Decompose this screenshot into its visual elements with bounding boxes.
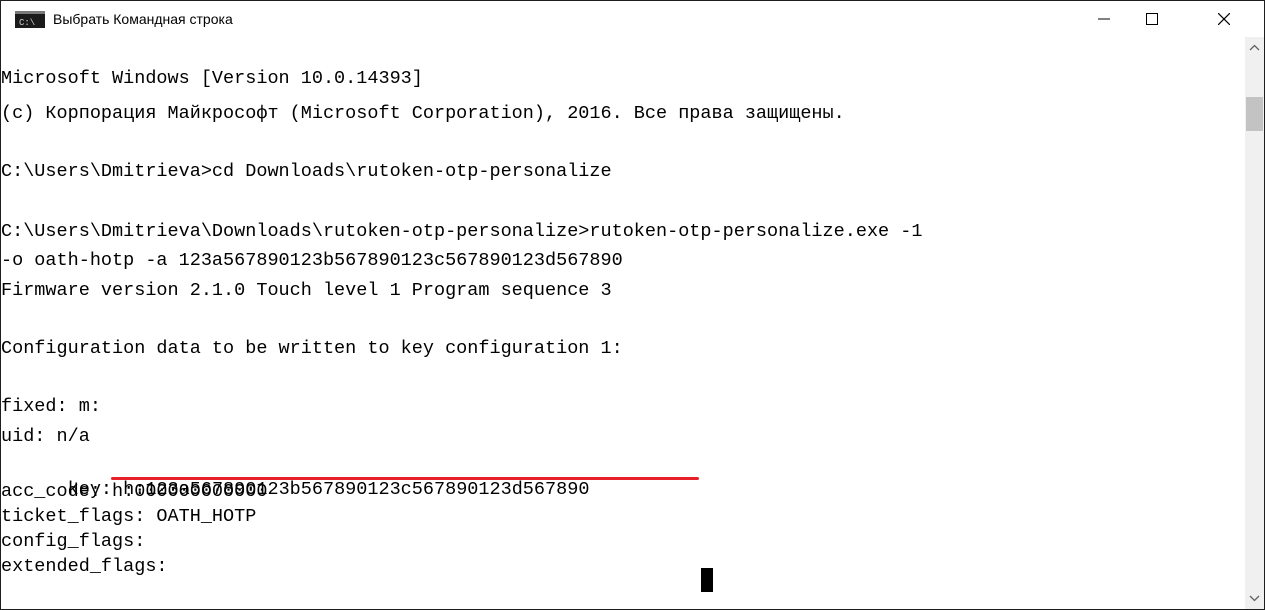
command-prompt-window: C:\ Выбрать Командная строка Microsoft W… [0, 0, 1265, 610]
title-bar[interactable]: C:\ Выбрать Командная строка [1, 1, 1264, 37]
console-output[interactable]: Microsoft Windows [Version 10.0.14393] (… [1, 37, 1245, 609]
minimize-icon [1098, 18, 1110, 20]
scrollbar-thumb[interactable] [1246, 97, 1263, 131]
console-line: acc_code: h:000000000000 [1, 481, 268, 502]
cmd-icon-text: C:\ [19, 18, 35, 28]
console-line: -o oath-hotp -a 123a567890123b567890123c… [1, 250, 623, 271]
chevron-up-icon [1249, 44, 1260, 51]
console-line: Microsoft Windows [Version 10.0.14393] [1, 68, 423, 89]
scroll-up-button[interactable] [1245, 37, 1264, 59]
console-line: C:\Users\Dmitrieva\Downloads\rutoken-otp… [1, 221, 923, 242]
console-line: config_flags: [1, 531, 146, 552]
console-line: extended_flags: [1, 556, 168, 577]
text-cursor [701, 568, 713, 592]
cmd-icon[interactable]: C:\ [15, 11, 45, 28]
console-line: fixed: m: [1, 396, 101, 417]
console-line: C:\Users\Dmitrieva>cd Downloads\rutoken-… [1, 161, 612, 182]
console-line: ticket_flags: OATH_HOTP [1, 506, 257, 527]
maximize-button[interactable] [1129, 1, 1175, 37]
window-title: Выбрать Командная строка [53, 11, 233, 27]
close-icon [1218, 13, 1230, 25]
console-line: Firmware version 2.1.0 Touch level 1 Pro… [1, 280, 612, 301]
console-line: Configuration data to be written to key … [1, 338, 623, 359]
minimize-button[interactable] [1081, 1, 1127, 37]
key-line: key: h:123a567890123b567890123c567890123… [1, 454, 590, 500]
maximize-icon [1146, 13, 1158, 25]
close-button[interactable] [1201, 1, 1247, 37]
chevron-down-icon [1249, 595, 1260, 602]
console-line: uid: n/a [1, 426, 90, 447]
vertical-scrollbar[interactable] [1245, 37, 1264, 609]
scroll-down-button[interactable] [1245, 587, 1264, 609]
console-line: (c) Корпорация Майкрософт (Microsoft Cor… [1, 103, 845, 124]
key-highlight-underline [111, 477, 699, 480]
